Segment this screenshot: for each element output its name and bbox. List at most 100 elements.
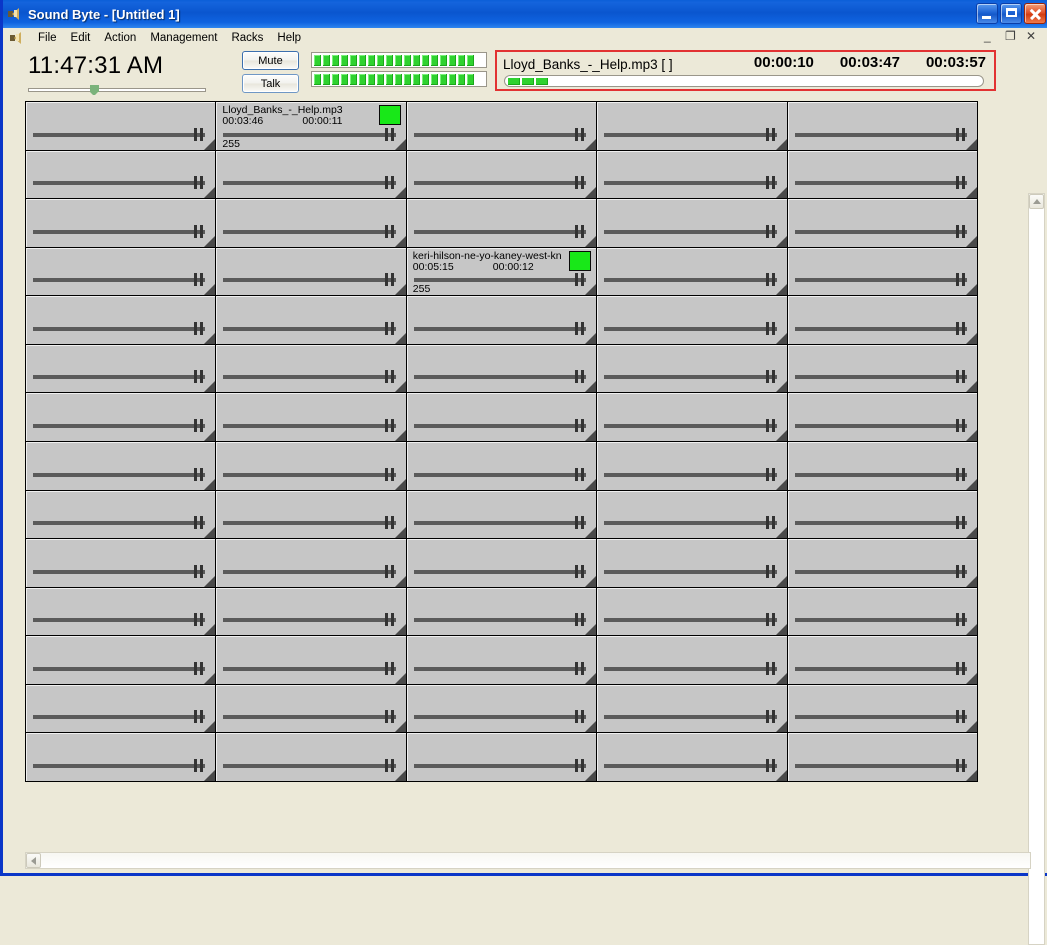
cue-resize-grip[interactable] (585, 575, 597, 587)
cue-cell[interactable] (406, 296, 597, 344)
cue-cell[interactable] (406, 150, 597, 199)
cue-cell[interactable] (406, 490, 597, 539)
menu-item-help[interactable]: Help (270, 30, 308, 46)
cue-volume-slider[interactable] (604, 613, 777, 627)
cue-resize-grip[interactable] (394, 575, 406, 587)
cue-resize-grip[interactable] (204, 721, 216, 733)
cue-resize-grip[interactable] (204, 187, 216, 199)
cue-cell[interactable]: Lloyd_Banks_-_Help.mp3 00:03:46 00:00:11 25… (216, 102, 406, 150)
mute-button[interactable]: Mute (242, 51, 299, 70)
cue-volume-slider[interactable] (223, 419, 396, 432)
cue-cell[interactable] (216, 199, 406, 247)
cue-cell[interactable] (26, 684, 216, 733)
cue-volume-slider[interactable] (794, 127, 967, 141)
cue-resize-grip[interactable] (204, 332, 216, 344)
cue-volume-slider[interactable] (413, 224, 587, 238)
cue-volume-slider[interactable] (794, 516, 967, 530)
vertical-scrollbar[interactable] (1028, 193, 1045, 945)
cue-volume-slider[interactable] (223, 516, 396, 530)
cue-cell[interactable] (597, 247, 787, 296)
cue-resize-grip[interactable] (775, 235, 787, 247)
cue-cell[interactable] (787, 296, 977, 344)
cue-volume-slider[interactable] (223, 759, 396, 772)
cue-resize-grip[interactable] (965, 430, 977, 441)
cue-cell[interactable] (26, 296, 216, 344)
cue-cell[interactable] (787, 587, 977, 636)
cue-volume-slider[interactable] (794, 759, 967, 772)
cue-resize-grip[interactable] (585, 721, 597, 733)
now-playing-progress-bar[interactable] (504, 75, 984, 87)
cue-volume-slider[interactable] (604, 564, 777, 578)
cue-resize-grip[interactable] (585, 235, 597, 247)
cue-resize-grip[interactable] (394, 672, 406, 684)
cue-cell[interactable] (216, 733, 406, 781)
cue-volume-slider[interactable] (33, 661, 206, 675)
cue-resize-grip[interactable] (775, 478, 787, 490)
cue-cell[interactable] (787, 733, 977, 781)
mdi-minimize-button[interactable]: _ (984, 29, 999, 44)
cue-volume-slider[interactable] (413, 467, 587, 481)
cue-cell[interactable] (597, 733, 787, 781)
cue-resize-grip[interactable] (775, 721, 787, 733)
cue-resize-grip[interactable] (965, 672, 977, 684)
cue-cell[interactable] (787, 490, 977, 539)
cue-volume-slider[interactable] (794, 419, 967, 432)
cue-cell[interactable] (216, 684, 406, 733)
cue-cell[interactable] (406, 587, 597, 636)
cue-resize-grip[interactable] (775, 138, 787, 150)
cue-cell[interactable] (597, 442, 787, 490)
cue-volume-slider[interactable] (223, 467, 396, 481)
cue-resize-grip[interactable] (394, 235, 406, 247)
cue-volume-slider[interactable] (33, 224, 206, 238)
cue-resize-grip[interactable] (965, 478, 977, 490)
volume-slider[interactable] (28, 85, 206, 96)
cue-resize-grip[interactable] (775, 624, 787, 636)
cue-status-led[interactable] (378, 105, 401, 125)
cue-cell[interactable] (787, 442, 977, 490)
cue-cell[interactable] (26, 102, 216, 150)
cue-resize-grip[interactable] (204, 430, 216, 441)
cue-volume-slider[interactable] (33, 273, 206, 287)
cue-cell[interactable] (406, 393, 597, 441)
cue-cell[interactable] (406, 636, 597, 684)
cue-resize-grip[interactable] (585, 478, 597, 490)
cue-resize-grip[interactable] (204, 575, 216, 587)
cue-resize-grip[interactable] (585, 624, 597, 636)
cue-volume-slider[interactable] (794, 176, 967, 190)
cue-resize-grip[interactable] (394, 381, 406, 393)
cue-cell[interactable] (597, 587, 787, 636)
cue-volume-slider[interactable] (413, 516, 587, 530)
cue-volume-slider[interactable] (413, 613, 587, 627)
cue-volume-slider[interactable] (794, 370, 967, 384)
cue-resize-grip[interactable] (775, 527, 787, 539)
cue-resize-grip[interactable] (775, 332, 787, 344)
cue-resize-grip[interactable] (775, 575, 787, 587)
cue-volume-slider[interactable] (33, 467, 206, 481)
cue-resize-grip[interactable] (775, 770, 787, 781)
cue-resize-grip[interactable] (585, 381, 597, 393)
menu-item-management[interactable]: Management (143, 30, 224, 46)
cue-resize-grip[interactable] (775, 381, 787, 393)
cue-cell[interactable] (26, 150, 216, 199)
cue-volume-slider[interactable] (33, 176, 206, 190)
cue-resize-grip[interactable] (204, 138, 216, 150)
cue-cell[interactable] (597, 636, 787, 684)
cue-volume-slider[interactable] (794, 273, 967, 287)
cue-cell[interactable]: keri-hilson-ne-yo-kaney-west-kn 00:05:15 0… (406, 247, 597, 296)
cue-cell[interactable] (597, 393, 787, 441)
cue-cell[interactable] (406, 539, 597, 587)
cue-volume-slider[interactable] (33, 613, 206, 627)
cue-volume-slider[interactable] (33, 321, 206, 335)
cue-volume-slider[interactable] (604, 467, 777, 481)
cue-cell[interactable] (216, 442, 406, 490)
cue-resize-grip[interactable] (775, 284, 787, 296)
cue-resize-grip[interactable] (965, 138, 977, 150)
cue-cell[interactable] (406, 733, 597, 781)
cue-resize-grip[interactable] (204, 624, 216, 636)
cue-cell[interactable] (26, 539, 216, 587)
cue-resize-grip[interactable] (965, 381, 977, 393)
minimize-button[interactable] (976, 3, 998, 24)
cue-resize-grip[interactable] (965, 721, 977, 733)
horizontal-scrollbar[interactable] (25, 852, 1031, 869)
cue-resize-grip[interactable] (394, 430, 406, 441)
